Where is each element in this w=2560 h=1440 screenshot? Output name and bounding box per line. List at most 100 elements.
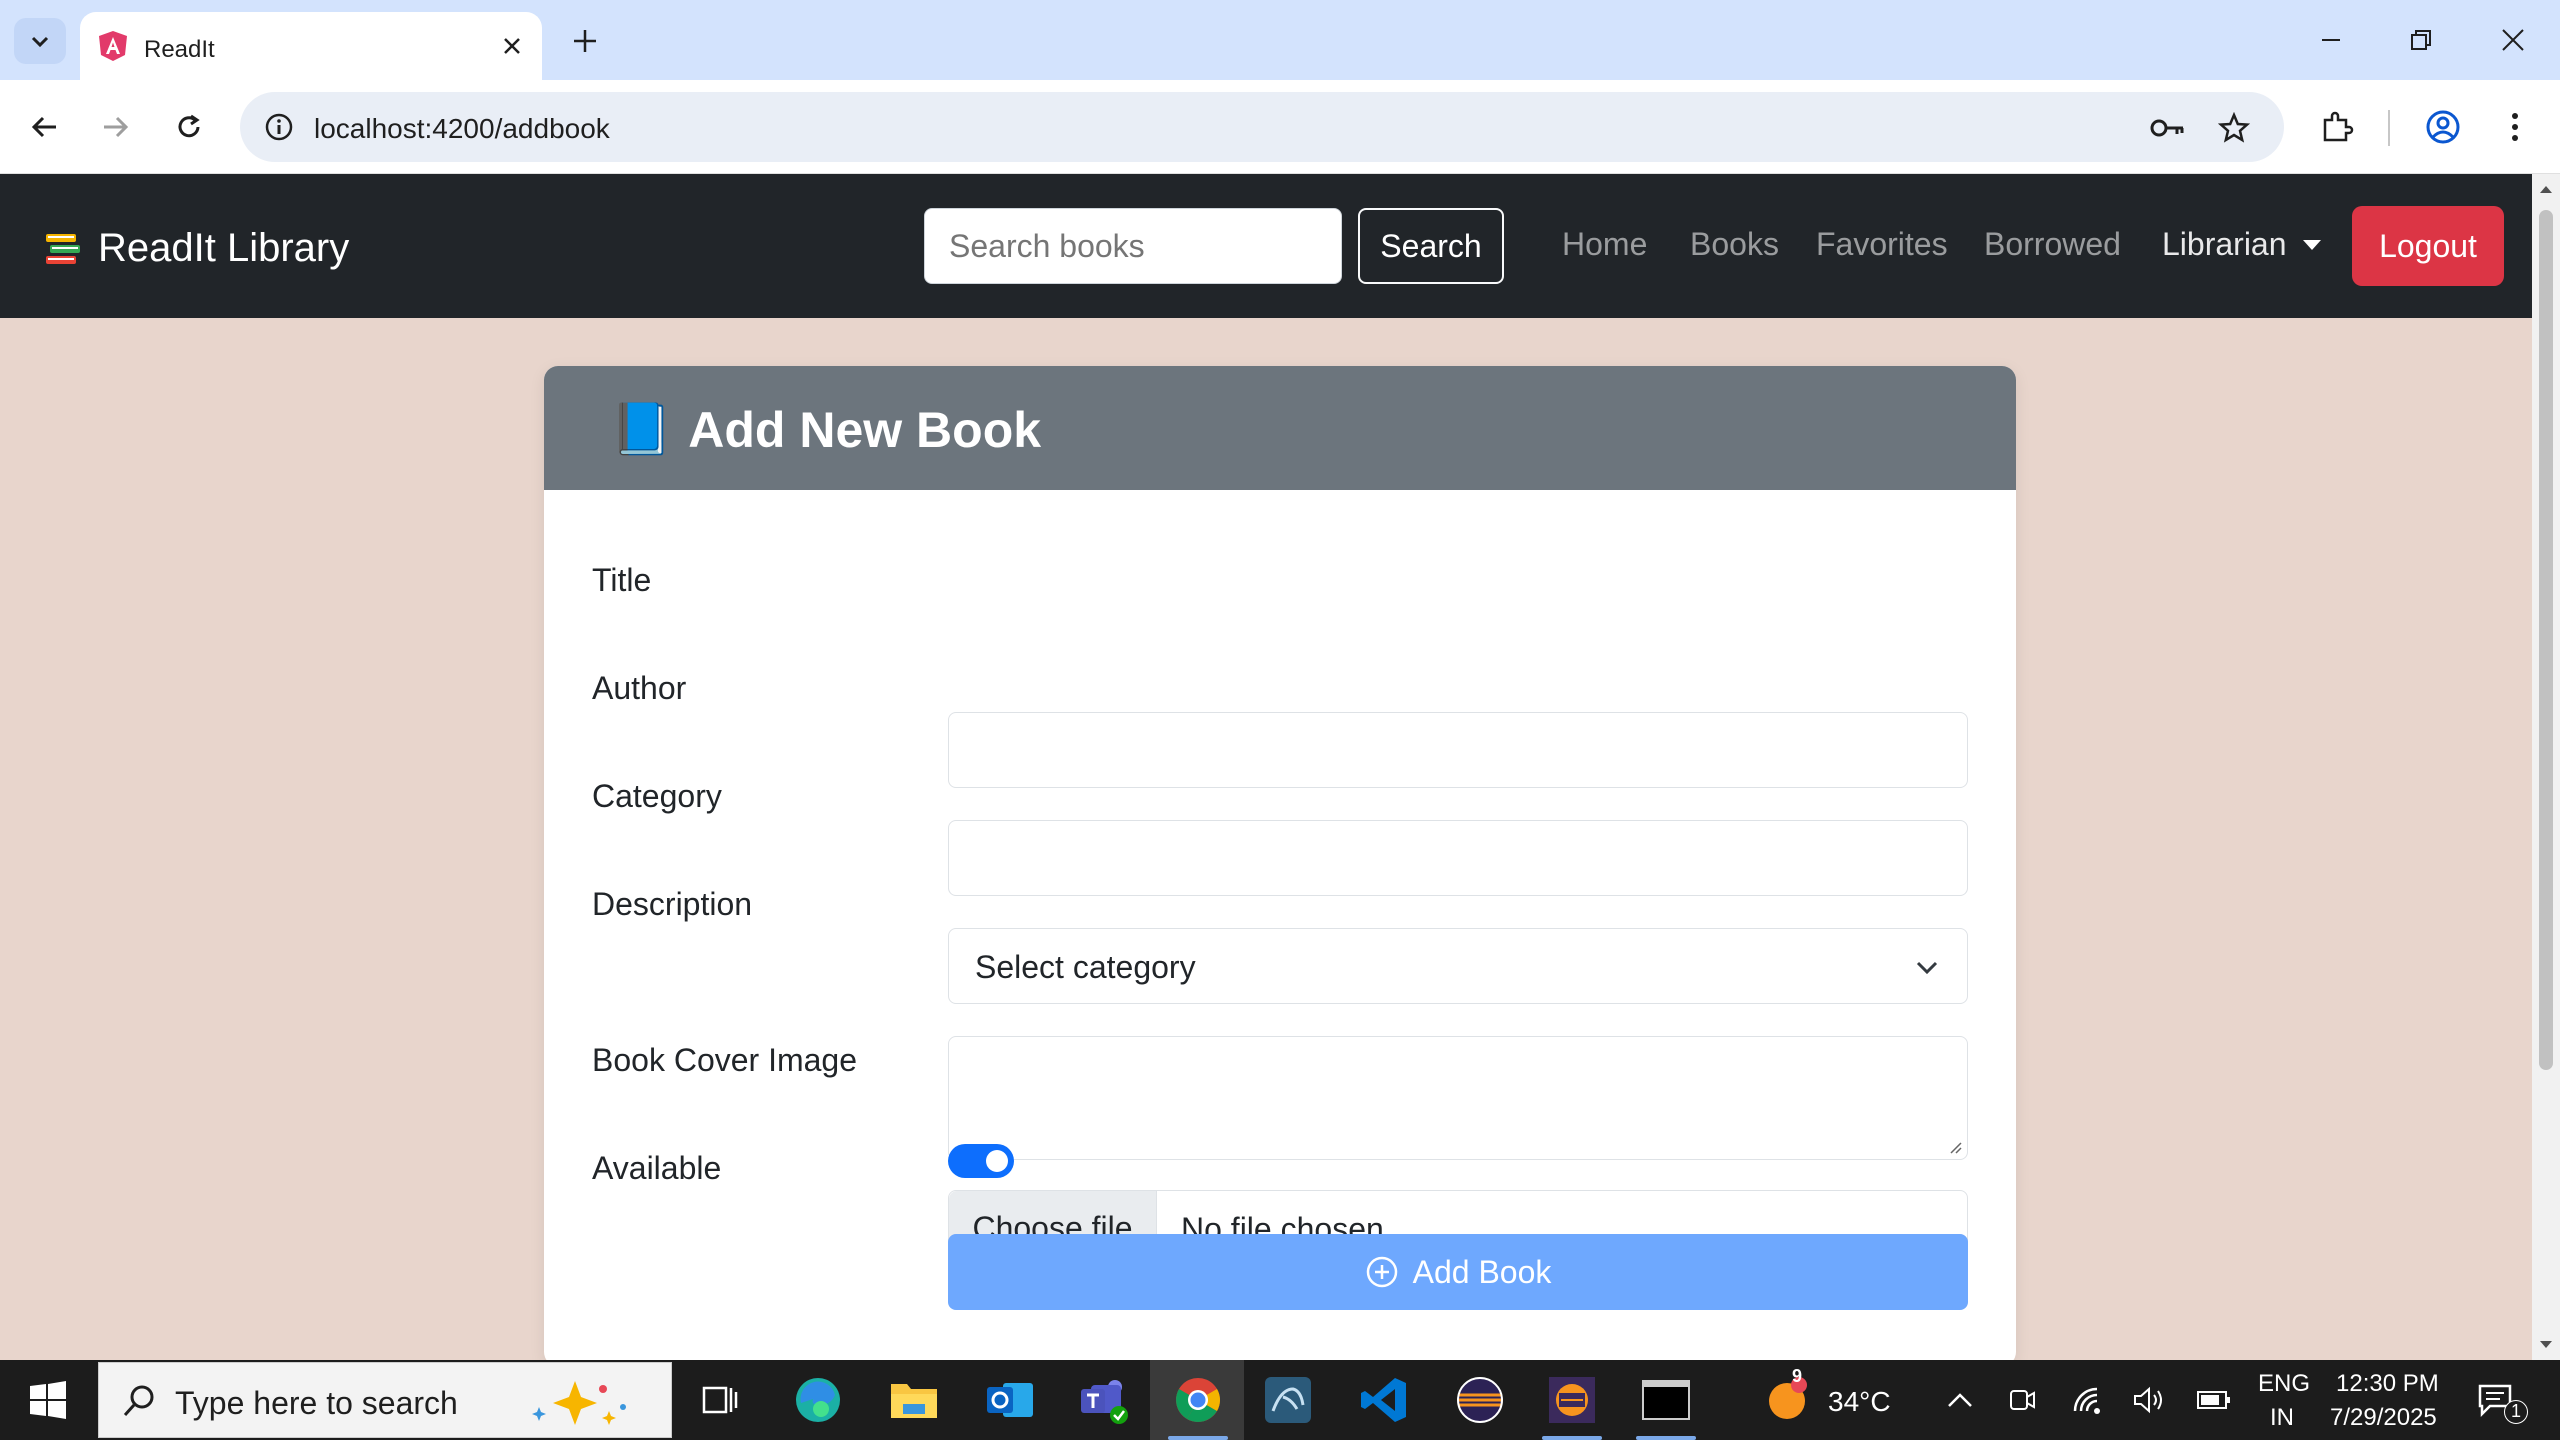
chevron-down-icon [1916, 961, 1938, 975]
brand-name: ReadIt Library [98, 226, 350, 270]
windows-start-icon[interactable] [20, 1378, 76, 1422]
librarian-dropdown-label: Librarian [2162, 226, 2287, 262]
nav-link-home[interactable]: Home [1562, 226, 1647, 263]
tab-search-button[interactable] [14, 18, 66, 64]
available-label: Available [592, 1150, 722, 1186]
teams-icon[interactable] [1074, 1370, 1134, 1430]
weather-temperature: 34°C [1828, 1386, 1891, 1417]
minimize-button[interactable] [2296, 12, 2366, 68]
network-icon[interactable] [2058, 1370, 2118, 1430]
minimize-icon [2322, 39, 2340, 41]
language-indicator-line1[interactable]: ENG [2258, 1370, 2310, 1398]
chrome-icon[interactable] [1168, 1370, 1228, 1430]
arrow-left-icon [31, 116, 56, 138]
scroll-up-arrow-icon[interactable] [2539, 184, 2553, 194]
close-icon [2502, 29, 2524, 51]
card-header: 📘 Add New Book [544, 366, 2016, 490]
reload-button[interactable] [164, 102, 214, 152]
windows-taskbar: Type here to search 9 34°C ENG IN 12:30 … [0, 1360, 2560, 1440]
description-textarea[interactable] [948, 1036, 1968, 1160]
bookmark-star-icon[interactable] [2214, 108, 2254, 148]
scroll-down-arrow-icon[interactable] [2539, 1340, 2553, 1350]
tab-title: ReadIt [144, 36, 215, 63]
browser-tab[interactable]: ReadIt [80, 12, 542, 80]
nav-link-favorites[interactable]: Favorites [1816, 226, 1948, 263]
browser-toolbar: localhost:4200/addbook [0, 80, 2560, 174]
category-select-value: Select category [975, 949, 1196, 985]
caret-down-icon [2302, 239, 2321, 250]
app-navbar: ReadIt Library Search Home Books Favorit… [0, 174, 2532, 318]
copilot-sparkle-icon [532, 1381, 626, 1425]
restore-button[interactable] [2386, 12, 2456, 68]
address-bar[interactable]: localhost:4200/addbook [240, 92, 2284, 162]
weather-alert-count: 9 [1792, 1366, 1803, 1386]
language-indicator-line2: IN [2270, 1404, 2294, 1431]
vscode-icon[interactable] [1354, 1370, 1414, 1430]
site-info-icon[interactable] [260, 108, 298, 146]
outlook-icon[interactable] [980, 1370, 1040, 1430]
volume-icon[interactable] [2118, 1370, 2178, 1430]
java-ee-ide-icon[interactable] [1542, 1370, 1602, 1430]
page-title: 📘 Add New Book [610, 400, 1041, 459]
add-book-card: 📘 Add New Book Title Author Category Sel… [544, 366, 2016, 1360]
brand-link[interactable]: ReadIt Library [44, 226, 349, 271]
nav-link-borrowed[interactable]: Borrowed [1984, 226, 2121, 263]
nav-link-books[interactable]: Books [1690, 226, 1779, 263]
author-label: Author [592, 670, 687, 706]
category-label: Category [592, 778, 722, 814]
battery-icon[interactable] [2184, 1370, 2244, 1430]
reload-icon [178, 114, 200, 138]
search-button[interactable]: Search [1358, 208, 1504, 284]
forward-button[interactable] [90, 102, 140, 152]
arrow-right-icon [104, 116, 129, 138]
search-input[interactable] [924, 208, 1342, 284]
tab-close-button[interactable] [496, 30, 528, 62]
close-window-button[interactable] [2478, 12, 2548, 68]
title-label: Title [592, 562, 652, 598]
terminal-icon[interactable] [1636, 1370, 1696, 1430]
meet-now-icon[interactable] [1992, 1370, 2052, 1430]
back-button[interactable] [20, 102, 70, 152]
browser-menu-icon[interactable] [2490, 102, 2540, 152]
url-text[interactable]: localhost:4200/addbook [314, 113, 610, 145]
toolbar-divider [2388, 110, 2390, 146]
new-tab-button[interactable] [562, 18, 608, 64]
profile-avatar-icon[interactable] [2418, 102, 2468, 152]
logout-button[interactable]: Logout [2352, 206, 2504, 286]
category-select[interactable]: Select category [948, 928, 1968, 1004]
file-explorer-icon[interactable] [884, 1370, 944, 1430]
toggle-knob [986, 1150, 1008, 1172]
available-toggle[interactable] [948, 1144, 1014, 1178]
restore-icon [2411, 30, 2431, 50]
weather-icon[interactable] [1760, 1370, 1820, 1430]
clock-time[interactable]: 12:30 PM [2336, 1370, 2439, 1398]
chevron-down-icon [31, 36, 49, 48]
page-scrollbar[interactable] [2532, 174, 2560, 1360]
librarian-dropdown[interactable]: Librarian [2162, 226, 2321, 263]
add-book-button-label: Add Book [1412, 1253, 1552, 1290]
password-key-icon[interactable] [2148, 108, 2188, 148]
show-hidden-icons-chevron-icon[interactable] [1930, 1370, 1990, 1430]
close-icon [504, 38, 520, 54]
extensions-puzzle-icon[interactable] [2312, 102, 2362, 152]
plus-icon [574, 30, 596, 52]
angular-favicon-icon [99, 31, 127, 61]
plus-circle-icon [1366, 1256, 1397, 1288]
search-icon [123, 1385, 154, 1417]
add-book-button[interactable]: Add Book [948, 1234, 1968, 1310]
clock-date: 7/29/2025 [2330, 1404, 2437, 1431]
author-input[interactable] [948, 820, 1968, 896]
page-title-text: Add New Book [688, 401, 1042, 458]
eclipse-icon[interactable] [1450, 1370, 1510, 1430]
resize-grip-icon[interactable] [1947, 1139, 1963, 1155]
browser-tab-strip: ReadIt [0, 0, 2560, 80]
chrome-active-indicator [1168, 1436, 1228, 1440]
task-view-icon[interactable] [690, 1370, 750, 1430]
title-input[interactable] [948, 712, 1968, 788]
blue-book-icon: 📘 [610, 401, 673, 457]
taskbar-search-box[interactable]: Type here to search [98, 1362, 672, 1438]
scrollbar-thumb[interactable] [2539, 210, 2553, 1070]
taskbar-search-placeholder: Type here to search [175, 1385, 458, 1421]
mysql-workbench-icon[interactable] [1258, 1370, 1318, 1430]
edge-browser-icon[interactable] [788, 1370, 848, 1430]
